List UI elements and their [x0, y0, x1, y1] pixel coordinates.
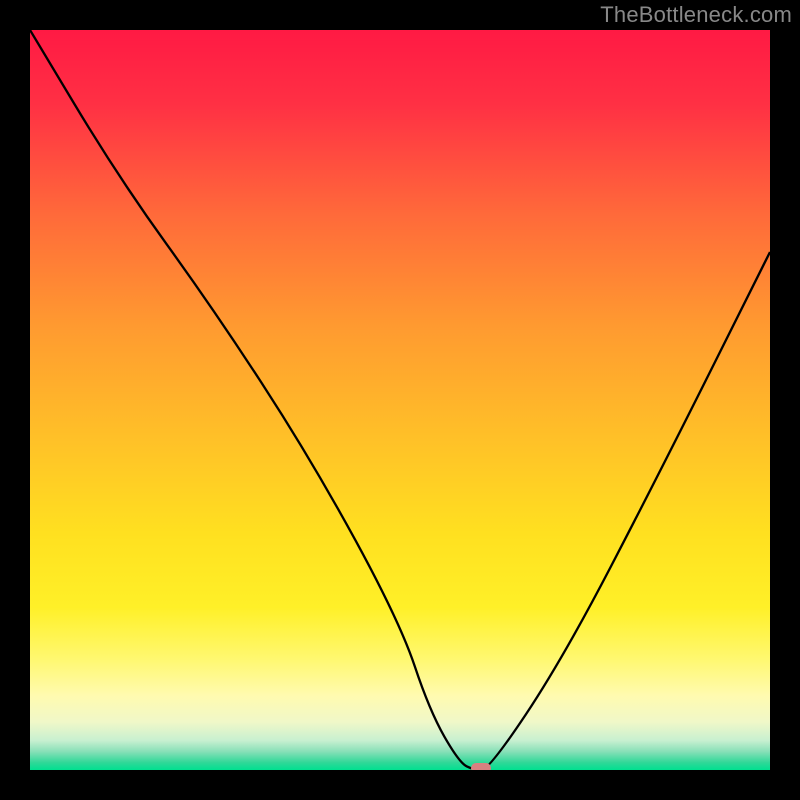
watermark-label: TheBottleneck.com — [600, 2, 792, 28]
optimal-marker — [471, 763, 491, 770]
bottleneck-curve — [30, 30, 770, 770]
chart-container: TheBottleneck.com — [0, 0, 800, 800]
plot-area — [30, 30, 770, 770]
